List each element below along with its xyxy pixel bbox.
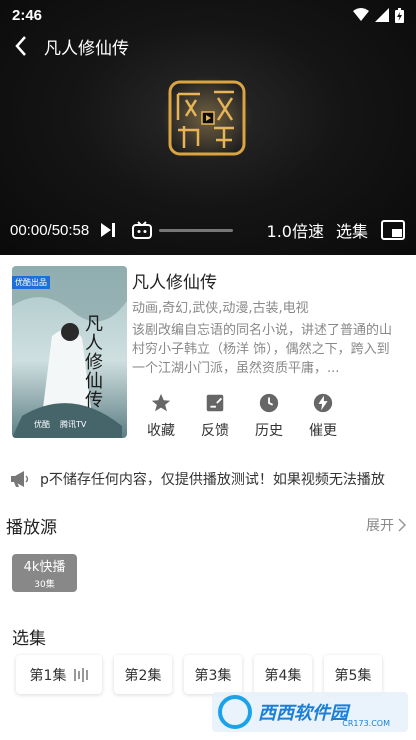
expand-button[interactable]: 展开 (366, 515, 406, 535)
playback-time: 00:00/50:58 (10, 221, 90, 239)
show-title: 凡人修仙传 (132, 273, 217, 293)
bolt-icon (313, 393, 333, 413)
feedback-icon (206, 394, 224, 412)
show-tags: 动画,奇幻,武侠,动漫,古装,电视 (132, 301, 309, 316)
player-title: 凡人修仙传 (44, 38, 129, 59)
battery-icon (395, 7, 404, 23)
episode-item-4[interactable]: 第4集 (254, 655, 312, 694)
signal-icon (375, 8, 389, 22)
episode-item-3[interactable]: 第3集 (184, 655, 242, 694)
notice-bar: p不储存任何内容，仅提供播放测试！如果视频无法播放 (10, 466, 410, 492)
feedback-label: 反馈 (201, 423, 229, 439)
pip-button[interactable] (380, 219, 406, 241)
poster-title: 凡人修仙传 (82, 314, 103, 409)
player-controls: 00:00/50:58 1.0倍速 选集 (0, 213, 416, 247)
source-chip-count: 30集 (34, 580, 55, 590)
clock-icon (259, 393, 279, 413)
favorite-label: 收藏 (147, 423, 175, 439)
favorite-button[interactable]: 收藏 (140, 392, 182, 440)
episode-label: 第5集 (334, 667, 372, 684)
show-description: 该剧改编自忘语的同名小说，讲述了普通的山村穷小子韩立（杨洋 饰），偶然之下，跨入… (132, 323, 393, 376)
episode-item-2[interactable]: 第2集 (114, 655, 172, 694)
back-button[interactable] (14, 33, 34, 59)
expand-label: 展开 (366, 518, 394, 534)
urge-update-button[interactable]: 催更 (302, 392, 344, 440)
watermark-text: 西西软件园 (258, 703, 348, 724)
megaphone-icon (11, 471, 29, 487)
action-bar: 收藏 反馈 历史 催更 (140, 392, 344, 440)
picture-in-picture-icon (381, 220, 405, 240)
notice-text: p不储存任何内容，仅提供播放测试！如果视频无法播放 (40, 472, 385, 488)
star-icon (151, 393, 171, 412)
episode-item-5[interactable]: 第5集 (324, 655, 382, 694)
poster-badge: 优酷出品 (12, 276, 50, 289)
poster-brands: 优酷 腾讯TV (34, 419, 86, 430)
episode-label: 第4集 (264, 667, 302, 684)
seek-bar[interactable] (159, 228, 234, 232)
poster-art (12, 266, 127, 438)
status-bar: 2:46 (0, 0, 416, 30)
source-chip-name: 4k快播 (23, 560, 66, 575)
history-label: 历史 (255, 423, 283, 439)
speed-button[interactable]: 1.0倍速 (267, 218, 324, 242)
poster-brand-1: 优酷 (34, 420, 50, 429)
status-time: 2:46 (12, 6, 43, 24)
watermark-logo-icon (218, 695, 252, 729)
chevron-right-icon (398, 518, 406, 532)
episode-label: 第2集 (124, 667, 162, 684)
source-chip[interactable]: 4k快播 30集 (12, 554, 77, 592)
feedback-button[interactable]: 反馈 (194, 392, 236, 440)
tv-icon (132, 221, 153, 239)
playing-indicator-icon (74, 667, 89, 682)
watermark: 西西软件园 CR173.COM (212, 692, 408, 732)
urge-update-label: 催更 (309, 423, 337, 439)
poster-brand-2: 腾讯TV (60, 420, 87, 429)
player-title-row: 凡人修仙传 (14, 32, 129, 60)
episode-list: 第1集 第2集 第3集 第4集 第5集 (16, 655, 382, 694)
status-icons (353, 7, 404, 23)
video-player[interactable]: 2:46 凡人修仙传 00:00/50:58 1.0倍速 选集 (0, 0, 416, 255)
source-section-title: 播放源 (6, 518, 57, 538)
show-poster: 优酷出品 凡人修仙传 优酷 腾讯TV (12, 266, 127, 438)
danmaku-toggle[interactable] (131, 219, 153, 241)
wifi-icon (353, 8, 369, 21)
chevron-left-icon (15, 36, 26, 56)
episode-label: 第3集 (194, 667, 232, 684)
episode-item-1[interactable]: 第1集 (16, 655, 102, 694)
watermark-subtext: CR173.COM (342, 719, 390, 728)
next-episode-button[interactable] (97, 219, 119, 241)
skip-next-icon (101, 223, 116, 237)
episode-label: 第1集 (29, 667, 67, 684)
history-button[interactable]: 历史 (248, 392, 290, 440)
episodes-section-title: 选集 (12, 629, 46, 649)
episodes-button[interactable]: 选集 (336, 218, 368, 242)
video-logo (162, 76, 252, 160)
